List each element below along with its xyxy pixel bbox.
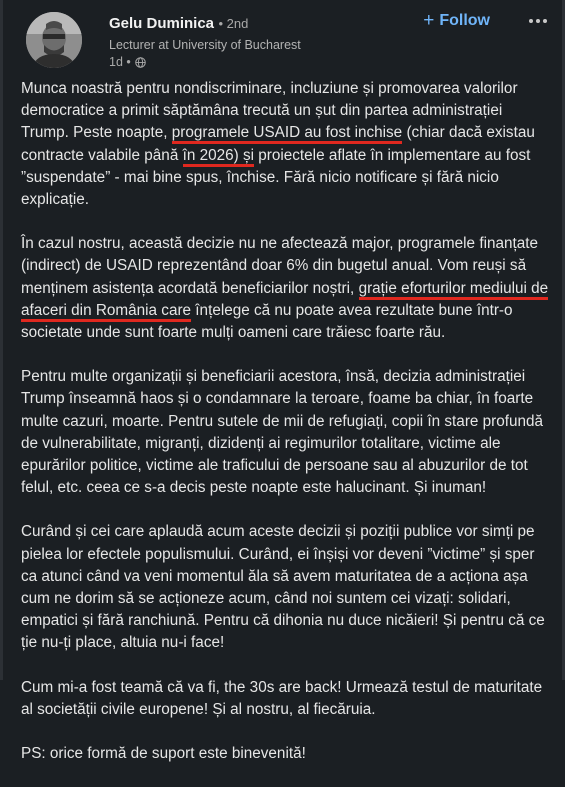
avatar[interactable] bbox=[26, 12, 82, 68]
globe-icon bbox=[134, 56, 146, 68]
post-paragraph: Munca noastră pentru nondiscriminare, in… bbox=[21, 78, 549, 211]
author-line: Gelu Duminica • 2nd bbox=[109, 15, 248, 33]
post-paragraph: Cum mi-a fost teamă că va fi, the 30s ar… bbox=[21, 678, 543, 718]
underlined-text: în 2026) și bbox=[182, 146, 255, 167]
more-dots-icon[interactable] bbox=[525, 10, 551, 36]
author-headline: Lecturer at University of Bucharest bbox=[109, 38, 301, 52]
post-time: 1d • bbox=[109, 55, 131, 69]
follow-label: Follow bbox=[439, 12, 490, 29]
post-paragraph: PS: orice formă de suport este binevenit… bbox=[21, 745, 306, 763]
post-meta: 1d • bbox=[109, 55, 146, 69]
plus-icon: + bbox=[423, 10, 435, 31]
post-body: Munca noastră pentru nondiscriminare, in… bbox=[21, 78, 549, 787]
follow-button[interactable]: + Follow bbox=[423, 10, 490, 31]
post-paragraph: În cazul nostru, această decizie nu ne a… bbox=[21, 233, 549, 344]
post-card: Gelu Duminica • 2nd Lecturer at Universi… bbox=[0, 0, 565, 762]
connection-degree: • 2nd bbox=[218, 16, 249, 31]
post-header: Gelu Duminica • 2nd Lecturer at Universi… bbox=[26, 10, 551, 70]
avatar-photo bbox=[26, 12, 82, 68]
author-name[interactable]: Gelu Duminica bbox=[109, 15, 214, 32]
post-paragraph: Curând și cei care aplaudă acum aceste d… bbox=[21, 523, 545, 652]
underlined-text: programele USAID au fost inchise bbox=[171, 124, 403, 145]
post-paragraph: Pentru multe organizații și beneficiarii… bbox=[21, 368, 544, 497]
